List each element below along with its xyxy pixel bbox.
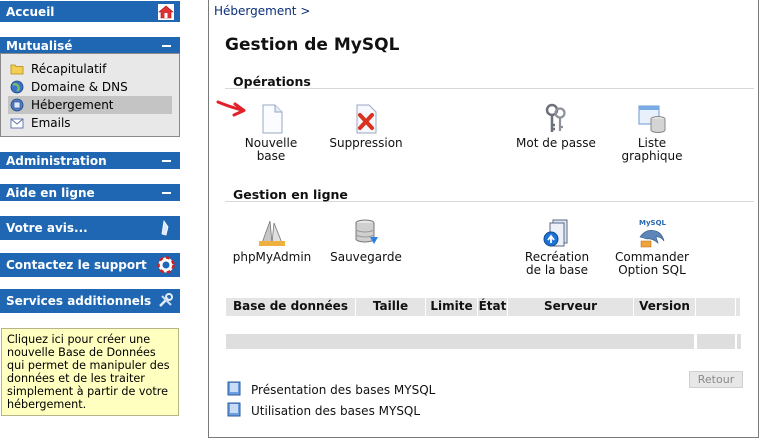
submenu-item-label: Hébergement [31,98,114,112]
nav-support[interactable]: Contactez le support [0,253,180,277]
keys-icon [545,103,566,132]
phpmyadmin-icon [259,220,285,246]
online-sauvegarde[interactable]: Sauvegarde [328,217,404,265]
op-caption: Commander Option SQL [615,250,689,277]
new-document-icon [262,104,283,134]
nav-services-label: Services additionnels [6,294,152,308]
submenu-item-label: Emails [31,116,71,130]
page-title: Gestion de MySQL [225,35,400,55]
backup-icon [355,219,378,244]
collapse-icon[interactable] [162,191,171,194]
op-liste-graphique[interactable]: Liste graphique [616,103,688,163]
nav-aide-label: Aide en ligne [6,185,95,200]
online-phpmyadmin[interactable]: phpMyAdmin [230,217,314,265]
tools-icon [159,293,173,307]
section-operations-title: Opérations [233,74,311,89]
op-caption: Mot de passe [516,136,596,150]
globe-icon [10,80,24,94]
retour-button[interactable]: Retour [689,371,743,388]
mutualise-submenu: Récapitulatif Domaine & DNS Hébergement … [0,53,180,137]
feedback-icon [161,219,169,236]
op-mot-de-passe[interactable]: Mot de passe [514,103,598,151]
op-nouvelle-base[interactable]: Nouvelle base [232,103,310,163]
nav-administration-label: Administration [6,153,107,168]
help-box[interactable]: Cliquez ici pour créer une nouvelle Base… [1,328,179,416]
sidebar: Accueil Mutualisé Récapitulatif Domaine … [0,0,181,439]
op-caption: Nouvelle base [244,136,298,163]
delete-document-icon [356,104,377,134]
collapse-icon[interactable] [162,159,171,162]
op-suppression[interactable]: Suppression [326,103,406,151]
nav-avis-label: Votre avis... [6,221,88,235]
submenu-item-emails[interactable]: Emails [8,114,172,132]
column-header-end [736,298,741,316]
column-header-serveur[interactable]: Serveur [508,298,634,316]
table-row [226,334,694,349]
online-commander-sql[interactable]: MySQL Commander Option SQL [612,217,692,277]
column-header-etat[interactable]: État [478,298,508,316]
collapse-icon[interactable] [162,44,171,47]
column-header-version[interactable]: Version [634,298,696,316]
envelope-icon [10,118,24,129]
column-header-taille[interactable]: Taille [356,298,426,316]
online-recreation[interactable]: Recréation de la base [518,217,596,277]
nav-accueil[interactable]: Accueil [0,1,180,22]
nav-services[interactable]: Services additionnels [0,289,180,313]
nav-mutualise[interactable]: Mutualisé [0,37,180,54]
lifebuoy-icon [157,256,175,274]
book-icon [227,402,241,417]
section-operations: Opérations [225,74,754,89]
recreate-icon [543,219,568,247]
submenu-item-label: Récapitulatif [31,62,107,76]
book-icon [227,381,241,396]
folder-icon [10,64,24,75]
nav-aide[interactable]: Aide en ligne [0,184,180,201]
op-caption: Recréation de la base [524,250,590,277]
op-caption: Sauvegarde [330,250,402,264]
column-header-actions [696,298,736,316]
database-table: Base de données Taille Limite État Serve… [226,298,741,350]
nav-support-label: Contactez le support [6,258,147,272]
home-icon [158,3,174,20]
link-label: Présentation des bases MYSQL [251,383,436,397]
op-caption: Suppression [329,136,403,150]
submenu-item-domaine[interactable]: Domaine & DNS [8,78,172,96]
database-list-icon [638,105,666,133]
table-row-cell [737,334,741,349]
nav-mutualise-label: Mutualisé [6,38,73,53]
nav-avis[interactable]: Votre avis... [0,216,180,240]
submenu-item-hebergement[interactable]: Hébergement [8,96,172,114]
mysql-dolphin-icon: MySQL [639,219,667,248]
op-caption: Liste graphique [621,136,683,163]
submenu-item-recapitulatif[interactable]: Récapitulatif [8,60,172,78]
svg-text:MySQL: MySQL [639,219,667,227]
table-row-cell [697,334,735,349]
submenu-item-label: Domaine & DNS [31,80,128,94]
op-caption: phpMyAdmin [232,250,312,264]
section-gestion-en-ligne: Gestion en ligne [225,187,754,202]
column-header-limite[interactable]: Limite [426,298,478,316]
server-icon [10,98,24,112]
section-online-title: Gestion en ligne [233,187,348,202]
nav-accueil-label: Accueil [6,4,55,19]
link-label: Utilisation des bases MYSQL [251,404,421,418]
nav-administration[interactable]: Administration [0,152,180,169]
breadcrumb[interactable]: Hébergement > [214,4,310,18]
column-header-base[interactable]: Base de données [226,298,356,316]
